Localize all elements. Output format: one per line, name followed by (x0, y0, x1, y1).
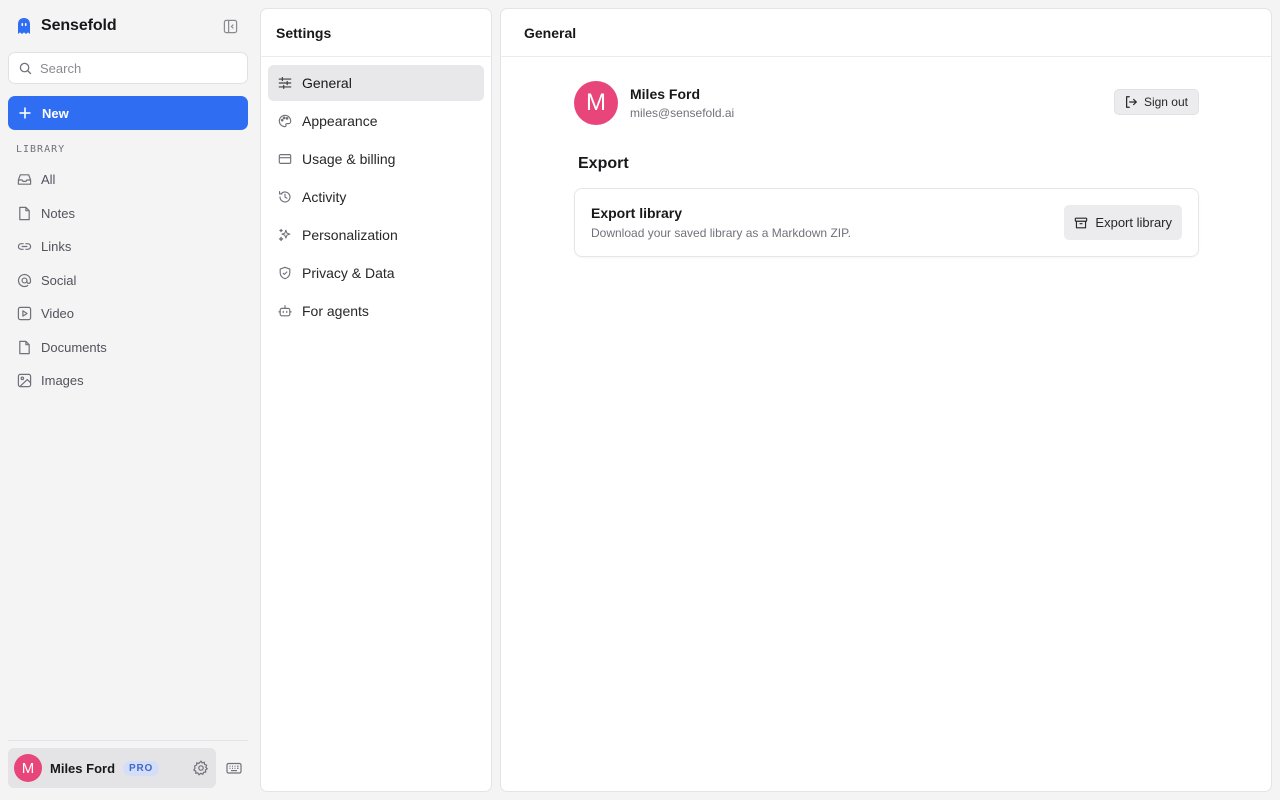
settings-item-usage-billing[interactable]: Usage & billing (268, 141, 484, 177)
avatar: M (574, 81, 618, 125)
settings-item-label: Privacy & Data (302, 265, 395, 281)
settings-title: Settings (261, 9, 491, 57)
library-item-label: Video (41, 306, 75, 322)
library-item-links[interactable]: Links (8, 230, 248, 264)
at-icon (17, 273, 32, 288)
history-icon (278, 190, 292, 204)
settings-item-privacy-data[interactable]: Privacy & Data (268, 255, 484, 291)
export-card-title: Export library (591, 205, 683, 221)
note-icon (17, 206, 32, 221)
user-menu[interactable]: M Miles Ford PRO (8, 748, 216, 788)
export-button-label: Export library (1095, 215, 1172, 230)
image-icon (17, 373, 32, 388)
search-input[interactable] (40, 60, 230, 76)
keyboard-shortcuts-icon[interactable] (226, 760, 242, 776)
ghost-logo-icon (16, 17, 32, 35)
search-icon (19, 62, 32, 75)
credit-card-icon (278, 152, 292, 166)
collapse-sidebar-icon[interactable] (220, 16, 240, 36)
library-item-notes[interactable]: Notes (8, 197, 248, 231)
settings-item-appearance[interactable]: Appearance (268, 103, 484, 139)
search-box[interactable] (8, 52, 248, 84)
profile-email: miles@sensefold.ai (630, 106, 735, 120)
new-button-label: New (42, 105, 69, 121)
archive-icon (1074, 216, 1088, 230)
export-library-button[interactable]: Export library (1064, 205, 1182, 240)
plus-icon (18, 106, 32, 120)
library-nav: All Notes Links Social Video Documents I… (8, 163, 248, 398)
link-icon (17, 239, 32, 254)
settings-item-for-agents[interactable]: For agents (268, 293, 484, 329)
settings-item-label: General (302, 75, 352, 91)
user-name: Miles Ford (50, 760, 116, 776)
profile-row: M Miles Ford miles@sensefold.ai Sign out (574, 80, 1199, 126)
bot-icon (278, 304, 292, 318)
settings-item-general[interactable]: General (268, 65, 484, 101)
plan-badge: PRO (123, 760, 160, 776)
sign-out-label: Sign out (1143, 95, 1188, 109)
avatar: M (14, 754, 42, 782)
settings-nav-panel: Settings General Appearance Usage & bill… (260, 8, 492, 792)
log-out-icon (1124, 95, 1138, 109)
settings-item-label: Appearance (302, 113, 378, 129)
settings-item-activity[interactable]: Activity (268, 179, 484, 215)
brand[interactable]: Sensefold (16, 16, 117, 36)
library-item-label: All (41, 172, 56, 188)
settings-item-label: Activity (302, 189, 347, 205)
export-library-card: Export library Download your saved libra… (574, 188, 1199, 257)
sidebar-divider (8, 740, 248, 741)
library-section-label: LIBRARY (16, 144, 66, 155)
export-card-description: Download your saved library as a Markdow… (591, 226, 851, 240)
library-item-label: Notes (41, 205, 75, 221)
new-button[interactable]: New (8, 96, 248, 130)
library-item-label: Images (41, 373, 84, 389)
app-sidebar: Sensefold New LIBRARY (0, 0, 256, 800)
shield-icon (278, 266, 292, 280)
sliders-icon (278, 76, 292, 90)
library-item-label: Social (41, 272, 77, 288)
library-item-documents[interactable]: Documents (8, 331, 248, 365)
library-item-social[interactable]: Social (8, 264, 248, 298)
document-icon (17, 340, 32, 355)
settings-item-label: Usage & billing (302, 151, 396, 167)
library-item-all[interactable]: All (8, 163, 248, 197)
general-settings-panel: General M Miles Ford miles@sensefold.ai … (500, 8, 1272, 792)
library-item-label: Links (41, 239, 72, 255)
settings-item-personalization[interactable]: Personalization (268, 217, 484, 253)
export-section-title: Export (578, 155, 629, 172)
video-icon (17, 306, 32, 321)
palette-icon (278, 114, 292, 128)
library-item-images[interactable]: Images (8, 364, 248, 398)
settings-gear-icon[interactable] (193, 760, 209, 776)
inbox-icon (17, 172, 32, 187)
settings-item-label: For agents (302, 303, 369, 319)
settings-nav: General Appearance Usage & billing Activ… (261, 57, 491, 339)
app-name: Sensefold (41, 17, 117, 34)
profile-name: Miles Ford (630, 86, 701, 102)
page-title: General (501, 9, 1271, 57)
settings-item-label: Personalization (302, 227, 398, 243)
sparkles-icon (278, 228, 292, 242)
library-item-label: Documents (41, 339, 107, 355)
library-item-video[interactable]: Video (8, 297, 248, 331)
sign-out-button[interactable]: Sign out (1113, 89, 1199, 115)
